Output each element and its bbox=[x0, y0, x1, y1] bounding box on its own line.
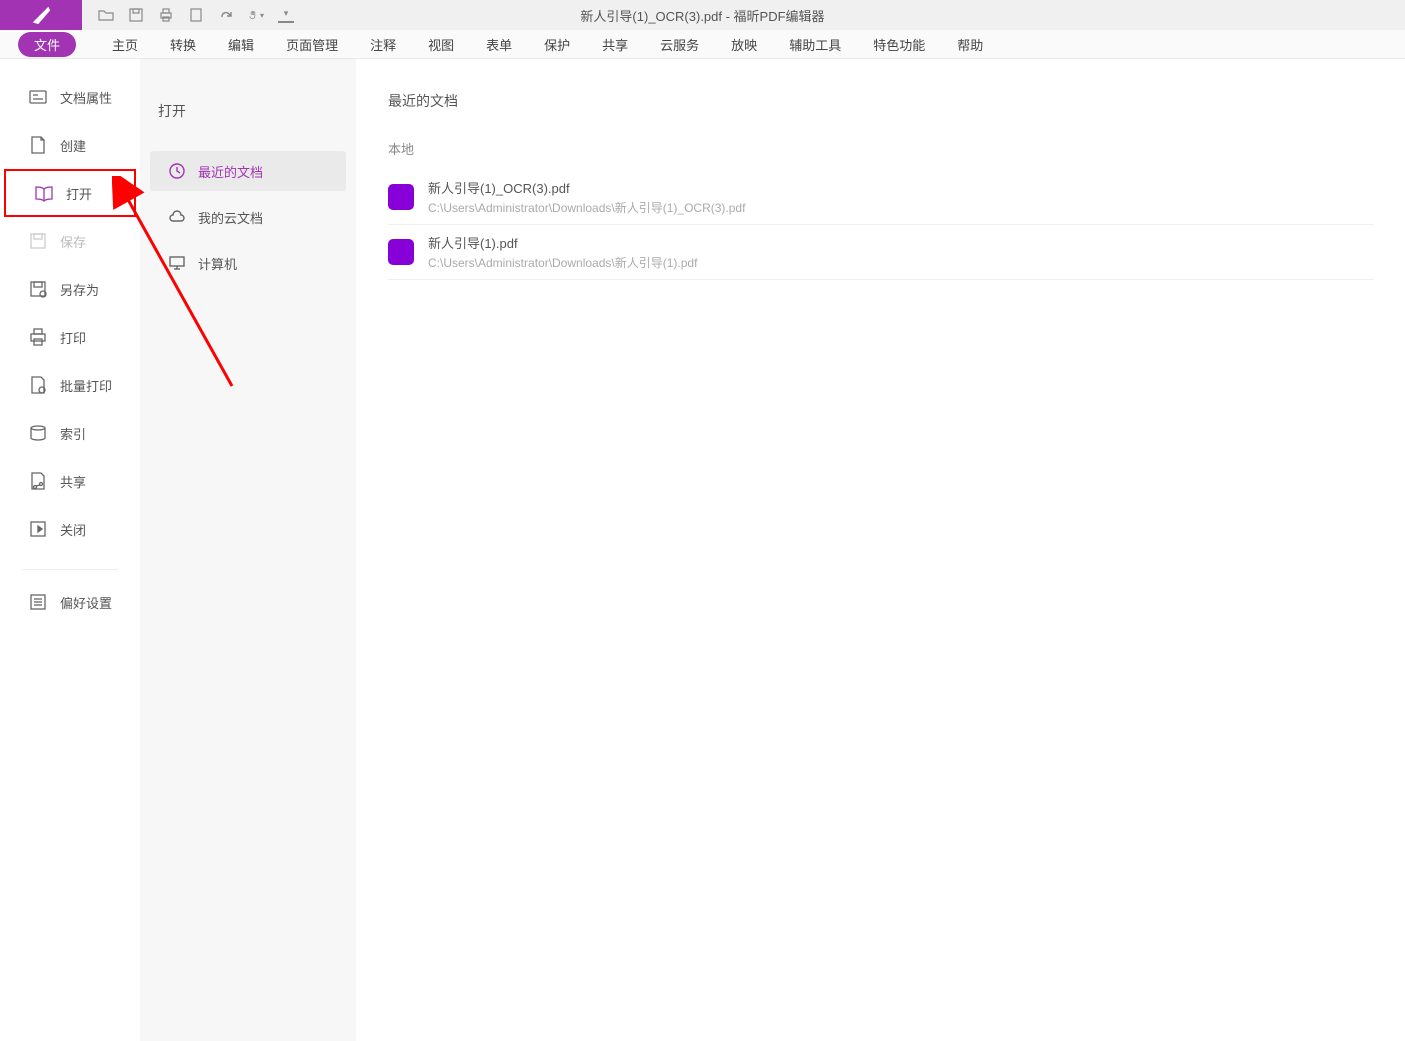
tab-convert[interactable]: 转换 bbox=[154, 35, 212, 54]
batch-print-icon bbox=[28, 375, 48, 395]
sidebar-item-index[interactable]: 索引 bbox=[0, 409, 140, 457]
local-section-label: 本地 bbox=[388, 139, 1373, 158]
doc-path: C:\Users\Administrator\Downloads\新人引导(1)… bbox=[428, 254, 697, 271]
sidebar-item-label: 文档属性 bbox=[60, 88, 112, 107]
printer-icon bbox=[28, 327, 48, 347]
qat-dropdown-icon[interactable]: ▾ bbox=[278, 7, 294, 23]
sidebar-item-print[interactable]: 打印 bbox=[0, 313, 140, 361]
tab-page-manage[interactable]: 页面管理 bbox=[270, 35, 354, 54]
open-sources-panel: 打开 最近的文档 我的云文档 计算机 bbox=[140, 59, 356, 1041]
tab-comment[interactable]: 注释 bbox=[354, 35, 412, 54]
recent-doc-row[interactable]: 新人引导(1)_OCR(3).pdf C:\Users\Administrato… bbox=[388, 170, 1373, 225]
sidebar-item-save: 保存 bbox=[0, 217, 140, 265]
open-panel-title: 打开 bbox=[140, 91, 356, 145]
clock-icon bbox=[168, 162, 186, 180]
sidebar-item-open[interactable]: 打开 bbox=[4, 169, 136, 217]
doc-path: C:\Users\Administrator\Downloads\新人引导(1)… bbox=[428, 199, 745, 216]
computer-icon bbox=[168, 254, 186, 272]
sidebar-item-batch-print[interactable]: 批量打印 bbox=[0, 361, 140, 409]
share-icon bbox=[28, 471, 48, 491]
window-title: 新人引导(1)_OCR(3).pdf - 福昕PDF编辑器 bbox=[580, 6, 824, 25]
sidebar-item-label: 偏好设置 bbox=[60, 593, 112, 612]
tab-help[interactable]: 帮助 bbox=[941, 35, 999, 54]
tab-protect[interactable]: 保护 bbox=[528, 35, 586, 54]
sidebar-item-save-as[interactable]: 另存为 bbox=[0, 265, 140, 313]
source-computer[interactable]: 计算机 bbox=[150, 243, 346, 283]
sidebar-item-label: 共享 bbox=[60, 472, 86, 491]
source-recent[interactable]: 最近的文档 bbox=[150, 151, 346, 191]
new-doc-icon bbox=[28, 135, 48, 155]
index-icon bbox=[28, 423, 48, 443]
tab-edit[interactable]: 编辑 bbox=[212, 35, 270, 54]
tab-file[interactable]: 文件 bbox=[18, 32, 76, 57]
save-icon[interactable] bbox=[128, 7, 144, 23]
undo-icon[interactable] bbox=[188, 7, 204, 23]
tab-form[interactable]: 表单 bbox=[470, 35, 528, 54]
app-logo bbox=[0, 0, 82, 30]
recent-documents-panel: 最近的文档 本地 新人引导(1)_OCR(3).pdf C:\Users\Adm… bbox=[356, 59, 1405, 1041]
sidebar-item-preferences[interactable]: 偏好设置 bbox=[0, 578, 140, 626]
source-label: 计算机 bbox=[198, 254, 237, 273]
sidebar-item-label: 保存 bbox=[60, 232, 86, 251]
close-doc-icon bbox=[28, 519, 48, 539]
sidebar-item-properties[interactable]: 文档属性 bbox=[0, 73, 140, 121]
sidebar-item-label: 关闭 bbox=[60, 520, 86, 539]
open-icon[interactable] bbox=[98, 7, 114, 23]
sidebar-item-label: 打开 bbox=[66, 184, 92, 203]
sidebar-item-label: 打印 bbox=[60, 328, 86, 347]
sidebar-item-label: 批量打印 bbox=[60, 376, 112, 395]
sidebar-item-label: 另存为 bbox=[60, 280, 99, 299]
recent-doc-row[interactable]: 新人引导(1).pdf C:\Users\Administrator\Downl… bbox=[388, 225, 1373, 280]
sidebar-item-label: 创建 bbox=[60, 136, 86, 155]
source-cloud[interactable]: 我的云文档 bbox=[150, 197, 346, 237]
redo-icon[interactable] bbox=[218, 7, 234, 23]
open-book-icon bbox=[34, 183, 54, 203]
pdf-icon bbox=[388, 184, 414, 210]
tab-share[interactable]: 共享 bbox=[586, 35, 644, 54]
title-bar: ▾ ▾ 新人引导(1)_OCR(3).pdf - 福昕PDF编辑器 bbox=[0, 0, 1405, 30]
cloud-icon bbox=[168, 208, 186, 226]
sidebar-divider bbox=[22, 569, 118, 570]
doc-name: 新人引导(1)_OCR(3).pdf bbox=[428, 178, 745, 197]
save-icon bbox=[28, 231, 48, 251]
tab-present[interactable]: 放映 bbox=[715, 35, 773, 54]
tab-view[interactable]: 视图 bbox=[412, 35, 470, 54]
doc-name: 新人引导(1).pdf bbox=[428, 233, 697, 252]
save-as-icon bbox=[28, 279, 48, 299]
ribbon-tabs: 文件 主页 转换 编辑 页面管理 注释 视图 表单 保护 共享 云服务 放映 辅… bbox=[0, 30, 1405, 59]
tab-accessibility[interactable]: 辅助工具 bbox=[773, 35, 857, 54]
tab-home[interactable]: 主页 bbox=[96, 35, 154, 54]
pdf-icon bbox=[388, 239, 414, 265]
file-menu-sidebar: 文档属性 创建 打开 保存 另存为 打印 批量打印 索引 bbox=[0, 59, 140, 1041]
sidebar-item-share[interactable]: 共享 bbox=[0, 457, 140, 505]
sidebar-item-label: 索引 bbox=[60, 424, 86, 443]
sidebar-item-close[interactable]: 关闭 bbox=[0, 505, 140, 553]
recent-heading: 最近的文档 bbox=[388, 91, 1373, 111]
tab-features[interactable]: 特色功能 bbox=[857, 35, 941, 54]
tab-cloud[interactable]: 云服务 bbox=[644, 35, 715, 54]
print-icon[interactable] bbox=[158, 7, 174, 23]
hand-tool-icon[interactable]: ▾ bbox=[248, 7, 264, 23]
source-label: 最近的文档 bbox=[198, 162, 263, 181]
card-icon bbox=[28, 87, 48, 107]
source-label: 我的云文档 bbox=[198, 208, 263, 227]
quick-access-toolbar: ▾ ▾ bbox=[82, 7, 294, 23]
sidebar-item-create[interactable]: 创建 bbox=[0, 121, 140, 169]
settings-icon bbox=[28, 592, 48, 612]
